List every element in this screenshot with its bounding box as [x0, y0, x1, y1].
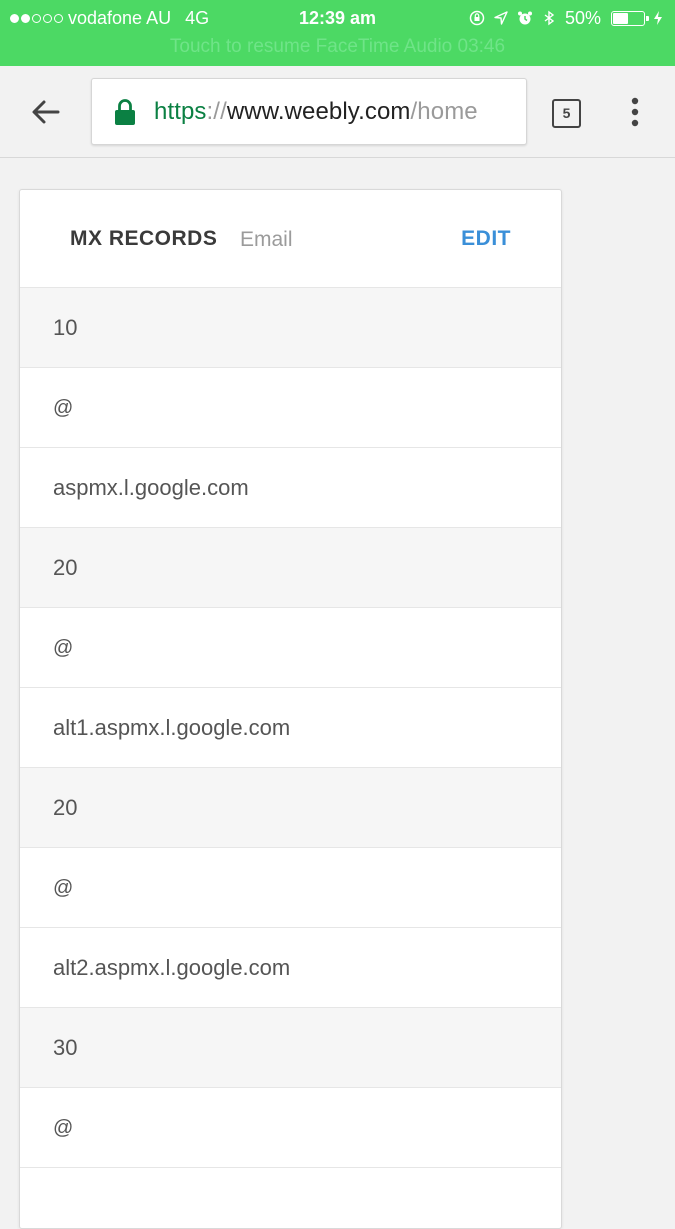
- alarm-icon: [517, 11, 532, 25]
- record-value-row: aspmx.l.google.com: [20, 448, 561, 528]
- bluetooth-icon: [544, 10, 555, 26]
- battery-icon: [611, 10, 649, 26]
- record-value-row: alt1.aspmx.l.google.com: [20, 688, 561, 768]
- record-priority-row: 20: [20, 528, 561, 608]
- location-arrow-icon: [494, 11, 508, 25]
- battery-percent: 50%: [564, 8, 601, 28]
- lock-icon: [115, 98, 135, 125]
- record-host-row: @: [20, 608, 561, 688]
- record-priority-row: 10: [20, 288, 561, 368]
- tab-switcher-button[interactable]: 5: [552, 99, 581, 128]
- edit-button[interactable]: EDIT: [461, 227, 511, 251]
- record-host-row: @: [20, 848, 561, 928]
- url-separator: ://: [206, 97, 227, 125]
- url-path: /home: [410, 97, 478, 125]
- mx-records-card: MX RECORDS Email EDIT 10 @ aspmx.l.google.…: [19, 189, 562, 1229]
- card-subtitle: Email: [240, 228, 293, 251]
- status-bar: vodafone AU 4G 12:39 am 50% Touch to res…: [0, 0, 675, 66]
- record-host-row: @: [20, 1088, 561, 1168]
- back-arrow-icon[interactable]: [28, 94, 64, 130]
- record-host-row: @: [20, 368, 561, 448]
- url-text[interactable]: https://www.weebly.com/home: [154, 98, 478, 126]
- url-host: www.weebly.com: [226, 97, 411, 125]
- browser-toolbar: https://www.weebly.com/home 5: [0, 66, 675, 158]
- record-value-row: alt2.aspmx.l.google.com: [20, 928, 561, 1008]
- facetime-banner[interactable]: Touch to resume FaceTime Audio 03:46: [0, 36, 675, 58]
- records-list: 10 @ aspmx.l.google.com 20 @ alt1.aspmx.l.goo…: [20, 288, 561, 1168]
- card-header: MX RECORDS Email EDIT: [20, 190, 561, 288]
- charging-bolt-icon: [654, 11, 662, 25]
- record-priority-row: 20: [20, 768, 561, 848]
- orientation-lock-icon: [469, 10, 485, 26]
- more-options-icon[interactable]: [624, 96, 646, 128]
- card-title: MX RECORDS: [70, 227, 218, 250]
- url-scheme: https: [154, 97, 207, 125]
- record-priority-row: 30: [20, 1008, 561, 1088]
- address-bar[interactable]: https://www.weebly.com/home: [91, 78, 527, 145]
